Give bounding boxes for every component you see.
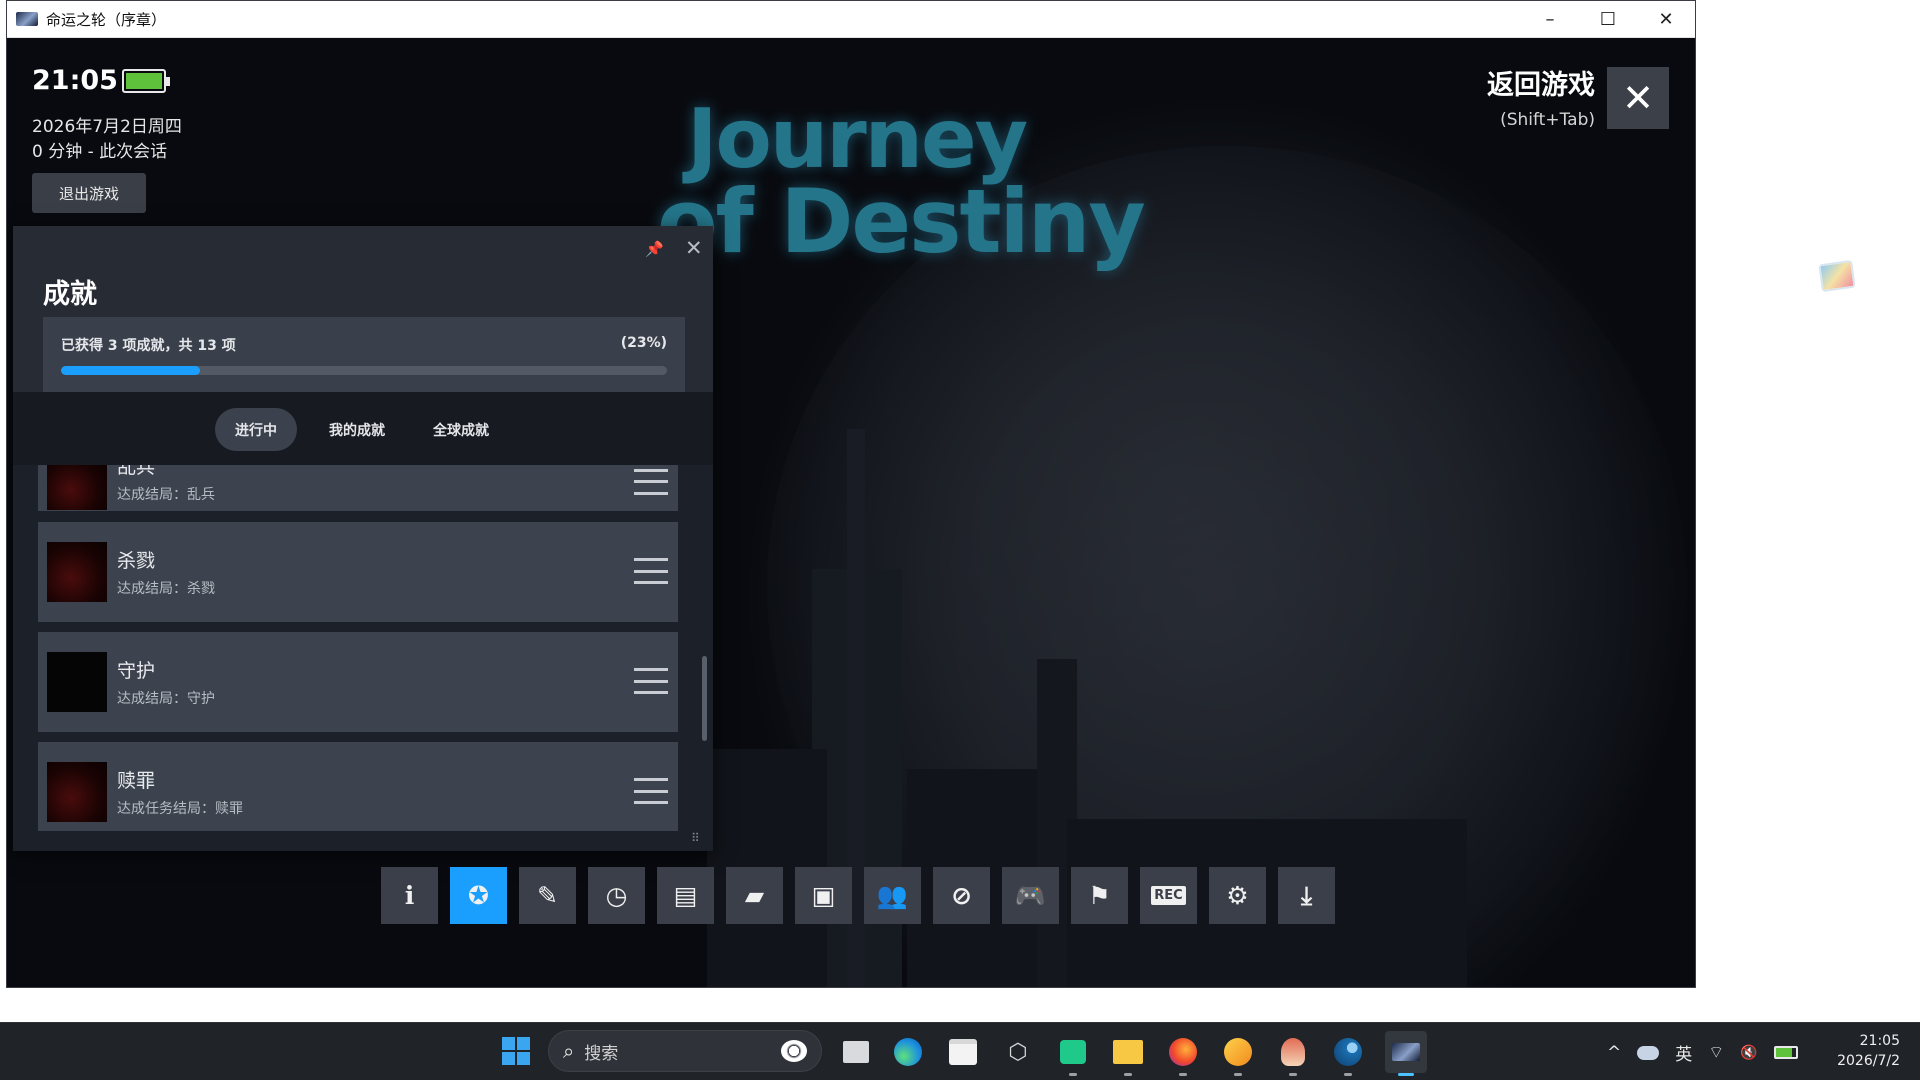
panel-title: 成就 — [43, 279, 97, 310]
guides-icon[interactable]: ▤ — [657, 867, 714, 924]
return-to-game[interactable]: 返回游戏 (Shift+Tab) — [1487, 63, 1595, 130]
drag-handle-icon[interactable] — [634, 668, 668, 694]
maximize-button[interactable]: ☐ — [1579, 1, 1637, 38]
close-window-button[interactable]: ✕ — [1637, 1, 1695, 38]
return-game-shortcut: (Shift+Tab) — [1500, 110, 1595, 130]
progress-percent: (23%) — [620, 335, 667, 351]
search-highlight-icon — [781, 1040, 807, 1062]
time-text: 21:05 — [32, 65, 118, 96]
chat-app-icon[interactable] — [1055, 1034, 1091, 1076]
list-item[interactable]: 赎罪达成任务结局：赎罪 — [38, 742, 678, 831]
achievement-list[interactable]: 乱兵达成结局：乱兵 杀戮达成结局：杀戮 守护达成结局：守护 赎罪达成任务结局：赎… — [13, 465, 713, 831]
window-title: 命运之轮（序章） — [46, 10, 167, 29]
drag-handle-icon[interactable] — [634, 558, 668, 584]
achievement-thumbnail — [47, 542, 107, 602]
friends-icon[interactable]: 👥 — [864, 867, 921, 924]
chat-icon[interactable]: ▰ — [726, 867, 783, 924]
file-explorer-icon[interactable] — [1110, 1034, 1146, 1076]
epic-games-icon[interactable]: ⬡ — [1000, 1034, 1036, 1070]
progress-text: 已获得 3 项成就，共 13 项 — [61, 338, 236, 354]
achievement-name: 赎罪 — [117, 770, 156, 792]
progress-fill — [61, 366, 201, 375]
achievements-icon[interactable]: ✪ — [450, 867, 507, 924]
exit-game-button[interactable]: 退出游戏 — [32, 173, 146, 213]
achievements-header: 📌 ✕ 成就 已获得 3 项成就，共 13 项 (23%) — [13, 226, 713, 392]
achievement-desc: 达成结局：守护 — [117, 691, 215, 707]
search-icon: ⌕ — [563, 1039, 575, 1063]
pin-icon[interactable]: 📌 — [645, 240, 664, 258]
achievement-name: 守护 — [117, 660, 156, 682]
achievement-thumbnail — [47, 762, 107, 822]
ime-indicator[interactable]: 英 — [1675, 1040, 1692, 1065]
achievement-desc: 达成结局：杀戮 — [117, 581, 215, 597]
firefox-icon[interactable] — [1165, 1034, 1201, 1076]
session-text: 0 分钟 - 此次会话 — [32, 142, 168, 162]
close-overlay-button[interactable]: ✕ — [1607, 67, 1669, 129]
window-titlebar[interactable]: 命运之轮（序章） – ☐ ✕ — [7, 1, 1695, 38]
wifi-icon[interactable]: ⌔ — [1708, 1042, 1724, 1063]
desktop-widget-icon[interactable] — [1818, 259, 1856, 293]
achievement-name: 乱兵 — [117, 465, 156, 478]
drag-handle-icon[interactable] — [634, 468, 668, 495]
resize-grip-icon[interactable]: ⠿ — [691, 831, 700, 845]
clock-time: 21:05 — [1859, 1033, 1900, 1049]
game-window: 命运之轮（序章） – ☐ ✕ Journey of Destiny 21:05 — [6, 0, 1696, 988]
flag-icon[interactable]: ⚑ — [1071, 867, 1128, 924]
record-icon[interactable]: REC — [1140, 867, 1197, 924]
game-taskbar-icon[interactable] — [1385, 1031, 1427, 1076]
start-button[interactable] — [502, 1037, 530, 1065]
date-text: 2026年7月2日周四 — [32, 117, 182, 137]
system-tray: ^ 英 ⌔ 🔇 — [1607, 1040, 1798, 1065]
game-launcher-icon[interactable] — [1275, 1034, 1311, 1076]
achievement-progress: 已获得 3 项成就，共 13 项 (23%) — [43, 317, 685, 392]
volume-muted-icon[interactable]: 🔇 — [1740, 1045, 1757, 1061]
tab-in-progress[interactable]: 进行中 — [215, 408, 297, 451]
steam-icon[interactable] — [1330, 1034, 1366, 1076]
list-item[interactable]: 守护达成结局：守护 — [38, 632, 678, 732]
tab-global-achievements[interactable]: 全球成就 — [413, 408, 509, 451]
achievement-name: 杀戮 — [117, 550, 156, 572]
browser-icon[interactable]: ⊘ — [933, 867, 990, 924]
store-icon[interactable] — [945, 1034, 981, 1070]
edge-icon[interactable] — [890, 1034, 926, 1070]
tab-my-achievements[interactable]: 我的成就 — [309, 408, 405, 451]
return-game-label[interactable]: 返回游戏 — [1487, 63, 1595, 102]
taskbar: ⌕ 搜索 ⬡ ^ 英 ⌔ 🔇 21:05 2026/7/2 — [0, 1022, 1920, 1080]
achievement-desc: 达成结局：乱兵 — [117, 486, 215, 503]
search-placeholder: 搜索 — [584, 1043, 619, 1064]
task-view-icon[interactable] — [838, 1034, 874, 1070]
close-icon[interactable]: ✕ — [685, 236, 703, 260]
overlay-clock: 21:05 — [32, 65, 170, 96]
achievement-tabs: 进行中 我的成就 全球成就 — [13, 392, 713, 465]
list-item[interactable]: 乱兵达成结局：乱兵 — [38, 465, 678, 511]
download-icon[interactable]: ⤓ — [1278, 867, 1335, 924]
desktop: 命运之轮（序章） – ☐ ✕ Journey of Destiny 21:05 — [0, 0, 1920, 1022]
settings-icon[interactable]: ⚙ — [1209, 867, 1266, 924]
timeline-icon[interactable]: ◷ — [588, 867, 645, 924]
progress-bar — [61, 366, 667, 375]
achievement-thumbnail — [47, 652, 107, 712]
system-clock[interactable]: 21:05 2026/7/2 — [1837, 1031, 1900, 1071]
notes-icon[interactable]: ✎ — [519, 867, 576, 924]
achievement-desc: 达成任务结局：赎罪 — [117, 801, 243, 817]
battery-icon — [121, 68, 170, 93]
clock-date: 2026/7/2 — [1837, 1053, 1900, 1069]
app-icon — [16, 12, 38, 26]
controller-icon[interactable]: 🎮 — [1002, 867, 1059, 924]
overlay-toolbar: ℹ ✪ ✎ ◷ ▤ ▰ ▣ 👥 ⊘ 🎮 ⚑ REC ⚙ ⤓ — [381, 867, 1335, 924]
achievements-panel: 📌 ✕ 成就 已获得 3 项成就，共 13 项 (23%) 进行中 我的成就 全… — [13, 226, 713, 851]
achievement-thumbnail — [47, 465, 107, 510]
scrollbar[interactable] — [702, 656, 707, 741]
window-controls: – ☐ ✕ — [1521, 1, 1695, 38]
info-icon[interactable]: ℹ — [381, 867, 438, 924]
tray-chevron-icon[interactable]: ^ — [1607, 1043, 1621, 1063]
drag-handle-icon[interactable] — [634, 778, 668, 804]
list-item[interactable]: 杀戮达成结局：杀戮 — [38, 522, 678, 622]
battery-tray-icon[interactable] — [1773, 1046, 1798, 1059]
taskbar-search[interactable]: ⌕ 搜索 — [548, 1030, 822, 1072]
minimize-button[interactable]: – — [1521, 1, 1579, 38]
onedrive-icon[interactable] — [1637, 1045, 1660, 1060]
screenshots-icon[interactable]: ▣ — [795, 867, 852, 924]
browser-icon[interactable] — [1220, 1034, 1256, 1076]
